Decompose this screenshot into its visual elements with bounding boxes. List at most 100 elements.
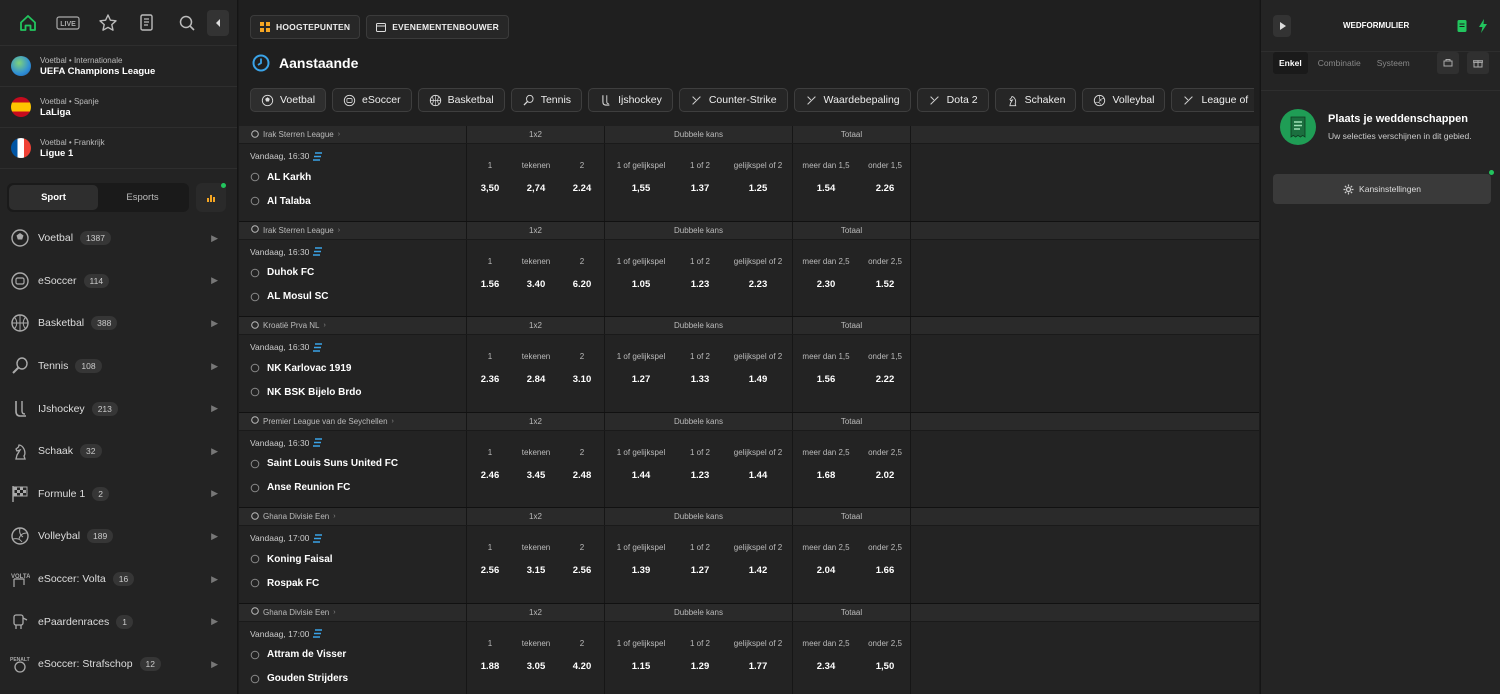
lightning-icon[interactable] xyxy=(1478,18,1488,33)
odds-button[interactable]: tekenen 3.05 xyxy=(513,622,559,694)
betslip-share-button[interactable] xyxy=(1437,52,1459,74)
live-icon[interactable]: LIVE xyxy=(48,5,88,41)
event-teams[interactable]: Vandaag, 16:30 Duhok FC AL Mosul SC xyxy=(239,239,467,316)
odds-button[interactable]: 2 6.20 xyxy=(559,240,605,317)
tab-single[interactable]: Enkel xyxy=(1273,52,1308,74)
chip-voetbal[interactable]: Voetbal xyxy=(250,88,327,112)
odds-button[interactable]: meer dan 1,5 1.54 xyxy=(793,144,859,221)
odds-button[interactable]: 1 of 2 1.33 xyxy=(677,335,723,412)
sidebar-item-volleybal[interactable]: Volleybal 189 ▶ xyxy=(0,515,238,558)
sidebar-item-tennis[interactable]: Tennis 108 ▶ xyxy=(0,345,238,388)
odds-button[interactable]: 1 of gelijkspel 1,55 xyxy=(605,144,677,221)
toggle-sport[interactable]: Sport xyxy=(9,185,98,210)
pinned-league-ucl[interactable]: Voetbal • Internationale UEFA Champions … xyxy=(0,46,237,87)
odds-button[interactable]: 1 of 2 1.27 xyxy=(677,526,723,603)
chip-tennis[interactable]: Tennis xyxy=(510,88,583,112)
odds-button[interactable]: 2 2.56 xyxy=(559,526,605,603)
event-teams[interactable]: Vandaag, 17:00 Koning Faisal Rospak FC xyxy=(239,526,467,603)
betslip-gift-button[interactable] xyxy=(1467,52,1489,74)
sidebar-item-schaak[interactable]: Schaak 32 ▶ xyxy=(0,430,238,473)
event-league[interactable]: Ghana Divisie Een › xyxy=(239,603,467,621)
odds-button[interactable]: 1 of gelijkspel 1.05 xyxy=(605,240,677,317)
odds-button[interactable]: 1 2.36 xyxy=(467,335,513,412)
odds-button[interactable]: tekenen 3.45 xyxy=(513,431,559,508)
sidebar-item-basketbal[interactable]: Basketbal 388 ▶ xyxy=(0,302,238,345)
sidebar-item-epaardenraces[interactable]: ePaardenraces 1 ▶ xyxy=(0,600,238,643)
odds-button[interactable]: gelijkspel of 2 1.25 xyxy=(723,144,793,221)
odds-button[interactable]: 1 of 2 1.37 xyxy=(677,144,723,221)
stats-button[interactable] xyxy=(196,183,226,212)
chip-waardebepaling[interactable]: Waardebepaling xyxy=(793,88,911,112)
event-builder-button[interactable]: EVENEMENTENBOUWER xyxy=(366,15,510,39)
odds-button[interactable]: gelijkspel of 2 2.23 xyxy=(723,240,793,317)
chip-esoccer[interactable]: eSoccer xyxy=(332,88,412,112)
chip-schaken[interactable]: Schaken xyxy=(994,88,1077,112)
odds-button[interactable]: 1 of gelijkspel 1.39 xyxy=(605,526,677,603)
chip-basketbal[interactable]: Basketbal xyxy=(417,88,505,112)
odds-button[interactable]: 1 2.46 xyxy=(467,431,513,508)
betslip-count-icon[interactable] xyxy=(1456,19,1468,33)
sidebar-item-esoccer-volta[interactable]: VOLTA eSoccer: Volta 16 ▶ xyxy=(0,558,238,601)
event-teams[interactable]: Vandaag, 16:30 NK Karlovac 1919 NK BSK Bij… xyxy=(239,335,467,412)
event-league[interactable]: Irak Sterren League › xyxy=(239,126,467,143)
event-league[interactable]: Premier League van de Seychellen › xyxy=(239,412,467,430)
odds-button[interactable]: gelijkspel of 2 1.77 xyxy=(723,622,793,694)
star-icon[interactable] xyxy=(88,5,128,41)
event-teams[interactable]: Vandaag, 16:30 AL Karkh Al Talaba xyxy=(239,144,467,221)
odds-button[interactable]: onder 2,5 2.02 xyxy=(859,431,911,508)
odds-button[interactable]: onder 2,5 1.66 xyxy=(859,526,911,603)
toggle-esports[interactable]: Esports xyxy=(98,185,187,210)
odds-button[interactable]: 1 1.88 xyxy=(467,622,513,694)
search-icon[interactable] xyxy=(167,5,207,41)
sidebar-item-voetbal[interactable]: Voetbal 1387 ▶ xyxy=(0,217,238,260)
odds-button[interactable]: 1 of gelijkspel 1.15 xyxy=(605,622,677,694)
event-league[interactable]: Kroatië Prva NL › xyxy=(239,317,467,334)
odds-button[interactable]: 1 1.56 xyxy=(467,240,513,317)
odds-button[interactable]: 1 3,50 xyxy=(467,144,513,221)
odds-button[interactable]: gelijkspel of 2 1.44 xyxy=(723,431,793,508)
odds-button[interactable]: 1 of 2 1.23 xyxy=(677,431,723,508)
odds-button[interactable]: onder 1,5 2.26 xyxy=(859,144,911,221)
odds-button[interactable]: meer dan 2,5 2.30 xyxy=(793,240,859,317)
odds-button[interactable]: meer dan 2,5 2.04 xyxy=(793,526,859,603)
chip-ijshockey[interactable]: Ijshockey xyxy=(588,88,673,112)
odds-button[interactable]: onder 2,5 1,50 xyxy=(859,622,911,694)
pinned-league-ligue1[interactable]: Voetbal • Frankrijk Ligue 1 xyxy=(0,128,237,169)
sidebar-item-esoccer[interactable]: eSoccer 114 ▶ xyxy=(0,260,238,303)
document-icon[interactable] xyxy=(127,5,167,41)
sidebar-item-ijshockey[interactable]: IJshockey 213 ▶ xyxy=(0,387,238,430)
odds-button[interactable]: meer dan 2,5 1.68 xyxy=(793,431,859,508)
expand-betslip-button[interactable] xyxy=(1273,14,1291,37)
sidebar-item-formule-1[interactable]: Formule 1 2 ▶ xyxy=(0,473,238,516)
odds-button[interactable]: 2 4.20 xyxy=(559,622,605,694)
chip-dota-2[interactable]: Dota 2 xyxy=(916,88,989,112)
chip-league-of[interactable]: League of xyxy=(1171,88,1254,112)
odds-button[interactable]: meer dan 2,5 2.34 xyxy=(793,622,859,694)
tab-system[interactable]: Systeem xyxy=(1371,52,1416,74)
event-teams[interactable]: Vandaag, 17:00 Attram de Visser Gouden Str… xyxy=(239,621,467,694)
odds-button[interactable]: 1 of 2 1.29 xyxy=(677,622,723,694)
highlights-button[interactable]: HOOGTEPUNTEN xyxy=(250,15,361,39)
odds-button[interactable]: 1 of gelijkspel 1.27 xyxy=(605,335,677,412)
odds-button[interactable]: tekenen 3.40 xyxy=(513,240,559,317)
odds-button[interactable]: tekenen 2,74 xyxy=(513,144,559,221)
sidebar-item-esoccer-strafschop[interactable]: PENALTY eSoccer: Strafschop 12 ▶ xyxy=(0,643,238,686)
odds-button[interactable]: meer dan 1,5 1.56 xyxy=(793,335,859,412)
odds-button[interactable]: tekenen 3.15 xyxy=(513,526,559,603)
odds-button[interactable]: 2 2.48 xyxy=(559,431,605,508)
tab-combination[interactable]: Combinatie xyxy=(1312,52,1367,74)
odds-button[interactable]: gelijkspel of 2 1.49 xyxy=(723,335,793,412)
odds-button[interactable]: onder 2,5 1.52 xyxy=(859,240,911,317)
odds-button[interactable]: tekenen 2.84 xyxy=(513,335,559,412)
odds-button[interactable]: onder 1,5 2.22 xyxy=(859,335,911,412)
event-league[interactable]: Ghana Divisie Een › xyxy=(239,508,467,525)
odds-button[interactable]: 1 of 2 1.23 xyxy=(677,240,723,317)
event-teams[interactable]: Vandaag, 16:30 Saint Louis Suns United FC… xyxy=(239,430,467,507)
odds-button[interactable]: 2 2.24 xyxy=(559,144,605,221)
chip-counter-strike[interactable]: Counter-Strike xyxy=(678,88,788,112)
pinned-league-laliga[interactable]: Voetbal • Spanje LaLiga xyxy=(0,87,237,128)
odds-button[interactable]: gelijkspel of 2 1.42 xyxy=(723,526,793,603)
event-league[interactable]: Irak Sterren League › xyxy=(239,221,467,239)
odds-button[interactable]: 1 2.56 xyxy=(467,526,513,603)
chip-volleybal[interactable]: Volleybal xyxy=(1082,88,1166,112)
